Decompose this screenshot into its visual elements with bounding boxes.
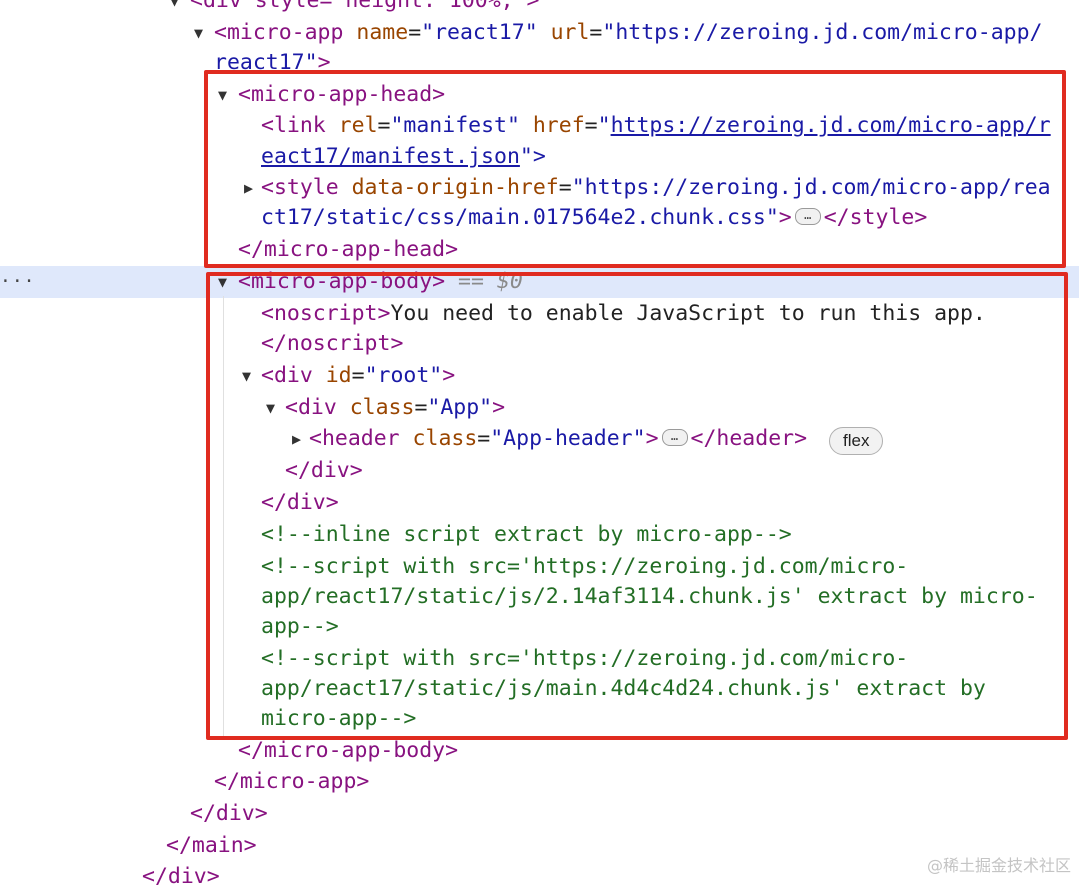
node-micro-app[interactable]: <micro-app name="react17" url="https://z… bbox=[214, 18, 1042, 48]
node-div-close[interactable]: </div> bbox=[142, 862, 220, 892]
node-main-close[interactable]: </main> bbox=[166, 831, 257, 861]
highlight-box-body bbox=[206, 272, 1068, 740]
node-micro-app-body-close[interactable]: </micro-app-body> bbox=[238, 736, 458, 766]
triangle-down-icon[interactable]: ▼ bbox=[194, 18, 203, 48]
row-options-icon[interactable]: ··· bbox=[0, 266, 36, 298]
triangle-down-icon[interactable]: ▼ bbox=[170, 0, 179, 16]
node-micro-app-close[interactable]: </micro-app> bbox=[214, 767, 369, 797]
watermark: @稀土掘金技术社区 bbox=[926, 856, 1071, 875]
node-div-close[interactable]: </div> bbox=[190, 799, 268, 829]
node-div-style[interactable]: <div style="height: 100%;"> bbox=[190, 0, 540, 16]
highlight-box-head bbox=[204, 70, 1066, 268]
